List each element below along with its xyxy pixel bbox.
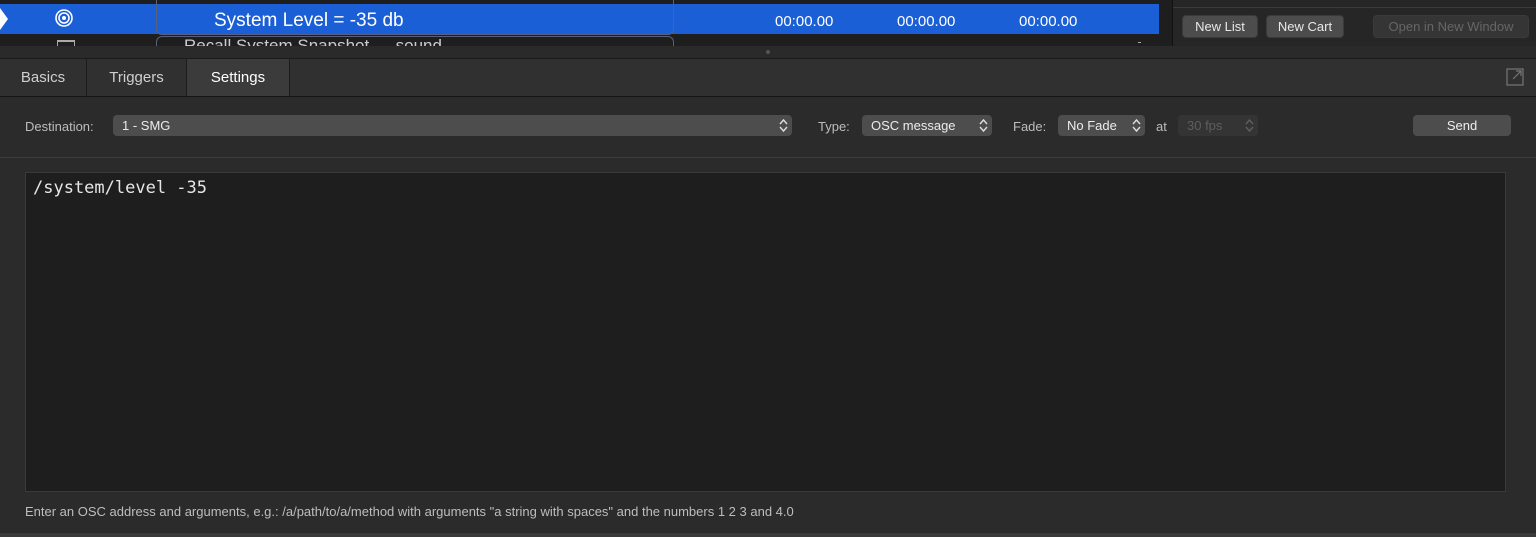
settings-divider [0,157,1536,158]
osc-message-editor[interactable]: /system/level -35 [25,172,1506,492]
open-in-new-window-button[interactable]: Open in New Window [1373,15,1529,38]
settings-panel: Destination: 1 - SMG Type: OSC message F… [0,97,1536,537]
cue-list: System Level = -35 db 00:00.00 00:00.00 … [0,0,1172,46]
cue-post-wait[interactable]: 00:00.00 [1019,13,1077,30]
new-cart-button[interactable]: New Cart [1266,15,1344,38]
network-cue-icon [55,9,73,27]
chevron-updown-icon [779,118,788,133]
fade-label: Fade: [1013,119,1047,134]
pane-splitter[interactable] [0,46,1536,59]
osc-message-text: /system/level -35 [33,178,207,198]
playhead-arrow-icon [0,8,8,30]
at-label: at [1156,119,1167,134]
send-button[interactable]: Send [1413,115,1511,136]
destination-label: Destination: [25,119,94,134]
tab-basics[interactable]: Basics [0,59,87,96]
fade-select[interactable]: No Fade [1058,115,1145,136]
splitter-handle-icon[interactable] [766,50,770,54]
new-list-button[interactable]: New List [1182,15,1258,38]
panel-divider [1173,7,1536,8]
cue-name[interactable]: System Level = -35 db [214,10,404,32]
popout-icon[interactable] [1506,68,1524,86]
type-label: Type: [818,119,850,134]
tab-triggers[interactable]: Triggers [87,59,187,96]
type-value: OSC message [871,118,956,133]
list-cart-panel: New List New Cart Open in New Window [1172,0,1536,46]
chevron-updown-icon [1245,118,1254,133]
chevron-updown-icon [1132,118,1141,133]
osc-hint-text: Enter an OSC address and arguments, e.g.… [25,504,794,519]
chevron-updown-icon [979,118,988,133]
next-cue-row[interactable]: Recall System Snapshot — sound [0,36,1159,46]
destination-value: 1 - SMG [122,118,171,133]
tab-settings[interactable]: Settings [187,59,290,96]
selected-cue-row[interactable]: System Level = -35 db 00:00.00 00:00.00 … [0,0,1159,35]
fps-value: 30 fps [1187,118,1223,133]
inspector-tab-bar: Basics Triggers Settings [0,59,1536,97]
next-cue-name[interactable]: Recall System Snapshot — sound [184,36,442,46]
cue-action-duration[interactable]: 00:00.00 [897,13,955,30]
window-bottom-edge [0,533,1536,537]
fps-select[interactable]: 30 fps [1178,115,1258,136]
destination-select[interactable]: 1 - SMG [113,115,792,136]
type-select[interactable]: OSC message [862,115,992,136]
cue-pre-wait[interactable]: 00:00.00 [775,13,833,30]
fade-value: No Fade [1067,118,1117,133]
next-cue-marker [1138,42,1141,43]
